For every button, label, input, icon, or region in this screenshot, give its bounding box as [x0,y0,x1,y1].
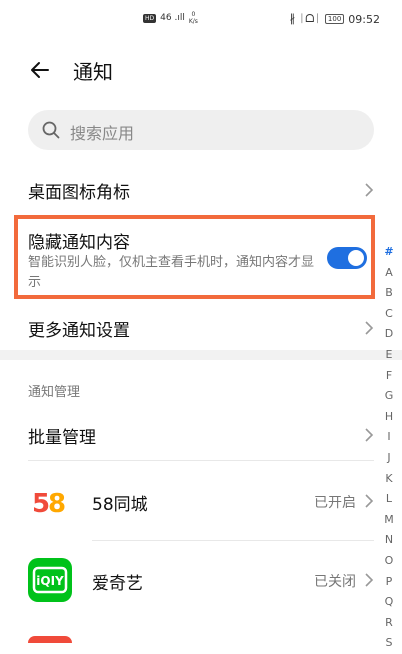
section-divider [0,350,402,360]
app-row-58[interactable]: 5 8 58同城 已开启 [0,462,402,540]
divider [92,540,374,541]
alphabet-index-letter[interactable]: Q [383,592,395,613]
alphabet-index-letter[interactable]: I [383,427,395,448]
hide-content-description: 智能识别人脸，仅机主查看手机时，通知内容才显示 [28,255,315,290]
batch-manage-label: 批量管理 [28,428,96,448]
alphabet-index-letter[interactable]: B [383,283,395,304]
next-app-icon [28,636,72,643]
badge-settings-label: 桌面图标角标 [28,183,130,203]
alphabet-index-letter[interactable]: M [383,510,395,531]
alphabet-index-letter[interactable]: # [383,242,395,263]
alphabet-index-letter[interactable]: D [383,324,395,345]
alphabet-index-letter[interactable]: F [383,366,395,387]
status-bar: HD 46 .ıll 0 K/s ∦ ᛁᗝᛁ 100 09:52 [0,0,402,40]
58-app-icon: 5 8 [28,479,72,523]
hd-badge: HD [143,13,157,23]
alphabet-index-letter[interactable]: N [383,530,395,551]
badge-settings-row[interactable]: 桌面图标角标 [0,170,402,210]
batch-manage-row[interactable]: 批量管理 [0,415,402,455]
iqiyi-app-icon: iQIY [28,558,72,602]
app-status: 已关闭 [314,574,356,590]
network-speed-unit: K/s [188,18,198,25]
alphabet-index-letter[interactable]: O [383,551,395,572]
58-logo-eight: 8 [48,489,66,519]
alphabet-index-letter[interactable]: G [383,386,395,407]
more-settings-label: 更多通知设置 [28,321,130,341]
alphabet-index-letter[interactable]: S [383,633,395,654]
alphabet-index-letter[interactable]: A [383,263,395,284]
search-input[interactable]: 搜索应用 [28,110,374,150]
status-right: ∦ ᛁᗝᛁ 100 09:52 [290,12,380,26]
alphabet-index-letter[interactable]: K [383,469,395,490]
search-placeholder: 搜索应用 [70,124,135,143]
search-icon [42,121,60,139]
toggle-knob [348,250,364,266]
app-status: 已开启 [314,495,356,511]
alphabet-index-letter[interactable]: H [383,407,395,428]
alphabet-index-letter[interactable]: E [383,345,395,366]
battery-icon: 100 [324,14,345,24]
divider [28,460,374,461]
chevron-right-icon [364,320,374,336]
network-speed: 0 K/s [189,11,198,25]
chevron-right-icon [364,572,374,588]
alphabet-index-letter[interactable]: R [383,613,395,634]
chevron-right-icon [364,182,374,198]
chevron-right-icon [364,427,374,443]
alphabet-index-letter[interactable]: C [383,304,395,325]
app-name: 58同城 [92,495,148,515]
header: 通知 [0,50,402,90]
alphabet-index-letter[interactable]: L [383,489,395,510]
back-arrow-icon[interactable] [28,58,52,82]
iqiyi-logo-text: iQIY [36,574,64,588]
more-settings-row[interactable]: 更多通知设置 [0,308,402,348]
hide-content-toggle[interactable] [327,247,367,269]
hide-content-title: 隐藏通知内容 [28,233,130,253]
app-name: 爱奇艺 [92,574,143,594]
chevron-right-icon [364,493,374,509]
status-network: HD 46 .ıll 0 K/s [143,11,198,25]
bluetooth-vibrate-icon: ∦ ᛁᗝᛁ [289,12,321,25]
management-section-title: 通知管理 [28,385,81,400]
status-time: 09:52 [348,12,380,26]
page-title: 通知 [73,60,113,84]
alphabet-index-letter[interactable]: J [383,448,395,469]
alphabet-index[interactable]: # A B C D E F G H I J K L M N O P Q R S [383,242,395,654]
signal-icon: 46 .ıll [160,13,185,23]
app-row-iqiyi[interactable]: iQIY 爱奇艺 已关闭 [0,542,402,620]
network-speed-value: 0 [191,11,196,18]
alphabet-index-letter[interactable]: P [383,572,395,593]
